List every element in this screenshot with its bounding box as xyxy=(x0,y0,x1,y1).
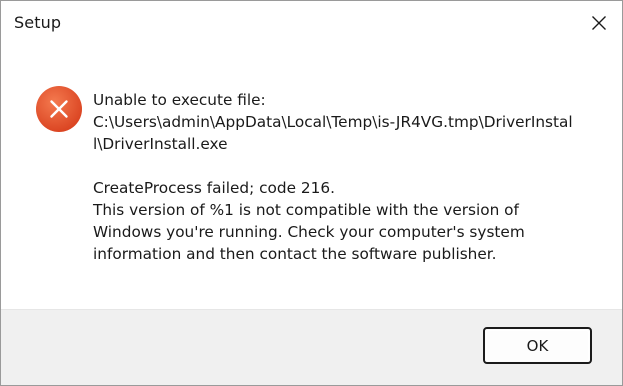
error-icon xyxy=(36,86,82,132)
message-line: CreateProcess failed; code 216. xyxy=(93,179,335,197)
dialog-content: Unable to execute file: C:\Users\admin\A… xyxy=(1,47,622,309)
ok-button-label: OK xyxy=(526,336,549,355)
window-title: Setup xyxy=(14,13,62,32)
message-line: Unable to execute file: xyxy=(93,91,266,109)
message-line: C:\Users\admin\AppData\Local\Temp\is-JR4… xyxy=(93,113,573,131)
close-icon xyxy=(592,16,606,30)
error-message: Unable to execute file: C:\Users\admin\A… xyxy=(93,89,583,265)
close-button[interactable] xyxy=(576,1,622,45)
title-bar[interactable]: Setup xyxy=(1,1,622,47)
dialog-footer: OK xyxy=(1,309,622,385)
message-line: information and then contact the softwar… xyxy=(93,245,497,263)
setup-dialog-window: Setup Unable to execute file: C:\Users\a… xyxy=(0,0,623,386)
message-line: This version of %1 is not compatible wit… xyxy=(93,201,519,219)
message-line: l\DriverInstall.exe xyxy=(93,135,228,153)
ok-button[interactable]: OK xyxy=(483,327,592,364)
message-line: Windows you're running. Check your compu… xyxy=(93,223,525,241)
